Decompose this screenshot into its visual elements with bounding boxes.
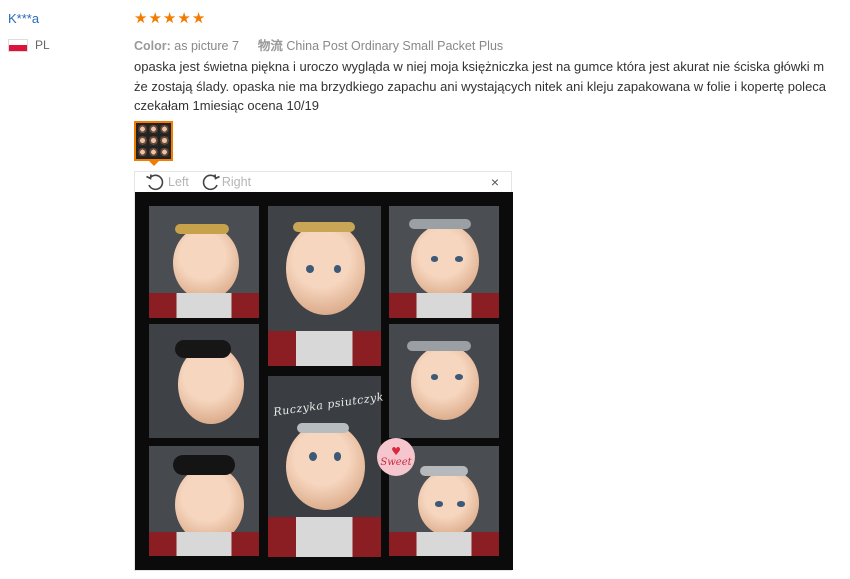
thumbnail-active-indicator <box>149 161 159 166</box>
rotate-left-icon <box>146 174 164 191</box>
order-attributes: Color: as picture 7 物流 China Post Ordina… <box>134 35 503 54</box>
review-photo-thumbnail[interactable] <box>134 121 173 161</box>
sweet-sticker-label: Sweet <box>380 456 412 468</box>
collage-photo <box>149 206 259 318</box>
poland-flag-icon <box>8 38 28 52</box>
shipping-value: China Post Ordinary Small Packet Plus <box>286 39 504 53</box>
color-value: as picture 7 <box>174 39 239 53</box>
color-label: Color: <box>134 39 171 53</box>
review-line: opaska jest świetna piękna i uroczo wygl… <box>134 59 825 74</box>
rotate-left-button[interactable]: Left <box>145 173 189 191</box>
rotate-right-label: Right <box>221 175 252 189</box>
collage-photo <box>389 206 499 318</box>
collage-photo <box>149 324 259 438</box>
rotate-left-label: Left <box>168 175 189 189</box>
sweet-sticker: ♥ Sweet <box>377 438 415 476</box>
star-icon: ★ <box>191 10 206 27</box>
rotate-right-icon <box>202 174 220 191</box>
star-icon: ★ <box>134 10 148 27</box>
review-text: opaska jest świetna piękna i uroczo wygl… <box>134 57 850 116</box>
reviewer-country: PL <box>8 38 50 52</box>
star-icon: ★ <box>148 10 162 27</box>
review-photo-image: Ruczyka psiutczyk ♥ Sweet <box>135 192 513 570</box>
star-icon: ★ <box>177 10 191 27</box>
shipping-label: 物流 <box>257 39 283 53</box>
reviewer-name[interactable]: K***a <box>8 11 39 26</box>
viewer-toolbar: Left Right × <box>135 172 511 192</box>
close-viewer-button[interactable]: × <box>491 175 499 189</box>
collage-photo <box>389 324 499 438</box>
star-icon: ★ <box>162 10 177 27</box>
country-code: PL <box>35 38 50 52</box>
heart-icon: ♥ <box>391 444 401 458</box>
photo-viewer: Left Right × Ruczyka psiutczyk ♥ Sweet <box>134 171 513 571</box>
rotate-right-button[interactable]: Right <box>199 173 251 191</box>
review-line: że zostają ślady. opaska nie ma brzydkie… <box>134 78 827 94</box>
review-line: czekałam 1miesiąc ocena 10/19 <box>134 98 319 113</box>
collage-photo <box>268 206 381 366</box>
collage-photo <box>149 446 259 556</box>
rating-stars: ★ ★ ★ ★ ★ <box>134 10 206 27</box>
